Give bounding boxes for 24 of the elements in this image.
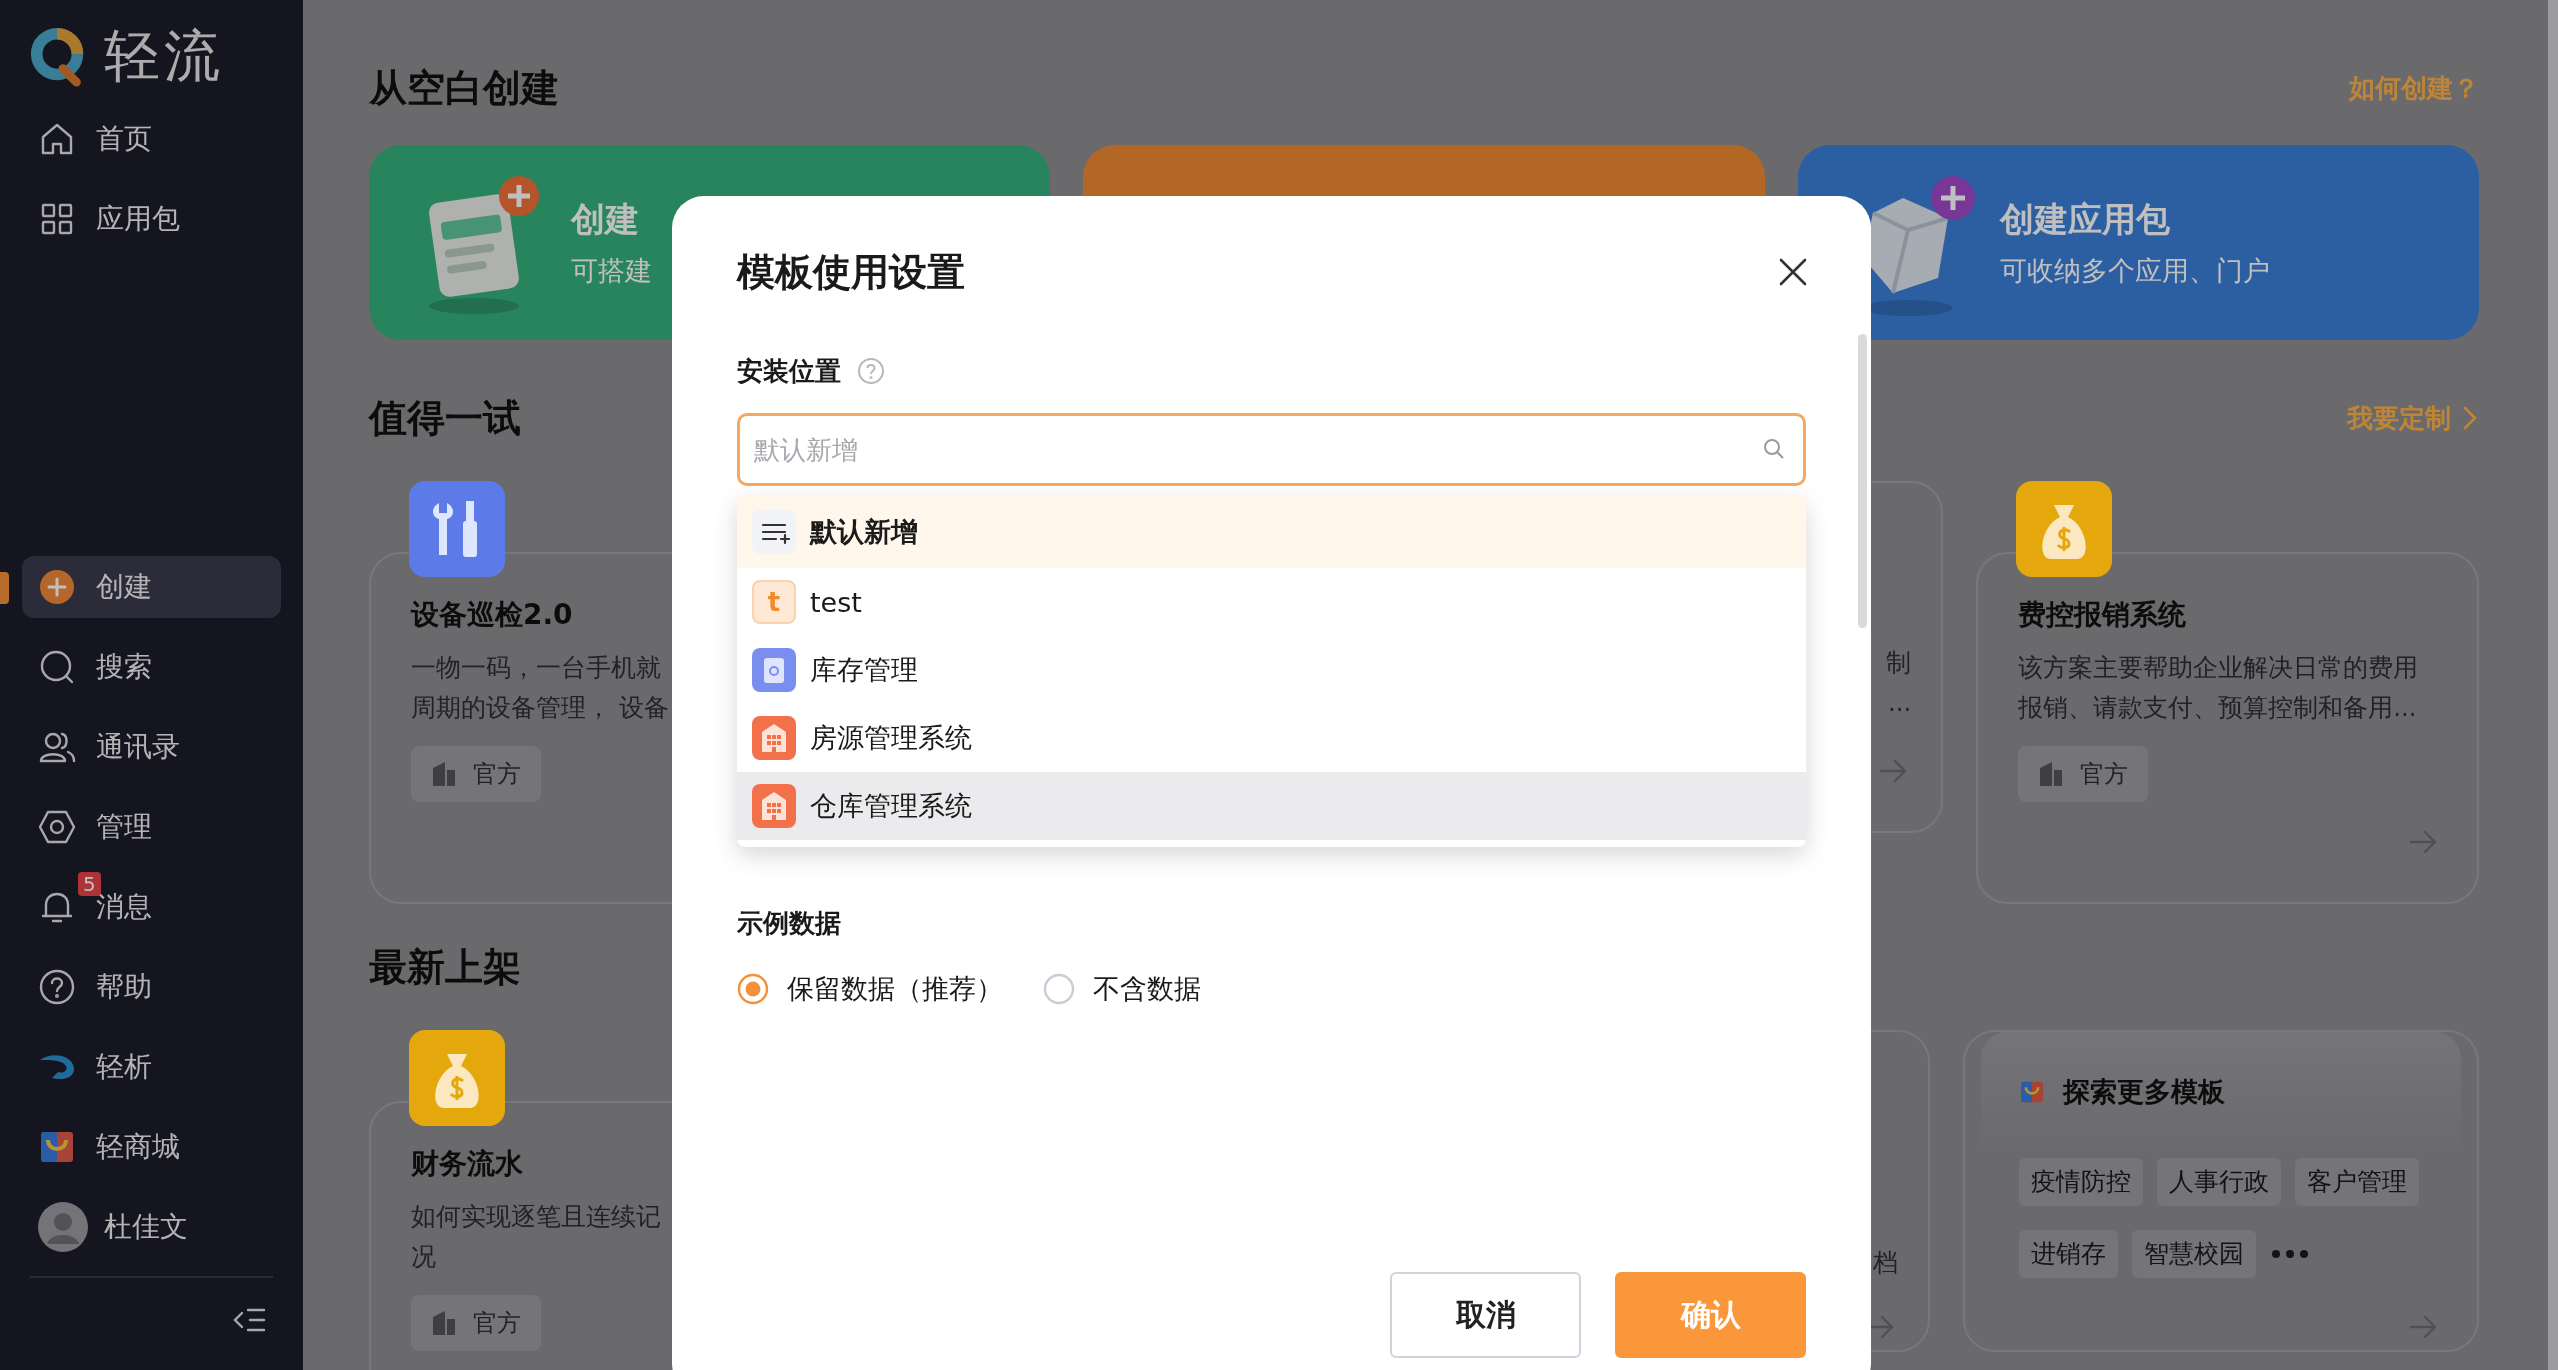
- section-title: 从空白创建: [369, 64, 559, 112]
- field-label: 安装位置: [737, 355, 841, 388]
- field-label: 示例数据: [737, 907, 842, 940]
- dialog-title: 模板使用设置: [737, 248, 965, 296]
- card-description: 如何实现逐笔且连续记 况: [411, 1201, 661, 1273]
- official-tag: 官方: [411, 1295, 541, 1351]
- card-description: 该方案主要帮助企业解决日常的费用 报销、请款支付、预算控制和备用...: [2018, 652, 2419, 724]
- section-title: 最新上架: [369, 943, 521, 991]
- card-title: 费控报销系统: [2018, 597, 2187, 633]
- card-title: 创建应用包: [1999, 197, 2171, 241]
- card-title: 设备巡检2.0: [411, 597, 573, 633]
- explore-title: 探索更多模板: [2063, 1075, 2225, 1109]
- section-title: 值得一试: [369, 394, 521, 442]
- letter-avatar: t: [752, 580, 796, 624]
- card-title: 财务流水: [411, 1146, 523, 1182]
- card-description: 制 ...: [1886, 647, 1912, 719]
- official-tag: 官方: [411, 746, 541, 802]
- card-subtitle: 可搭建: [571, 253, 652, 288]
- card-subtitle: 可收纳多个应用、门户: [1999, 253, 2270, 288]
- card-title: 创建: [571, 197, 640, 241]
- card-description: 一物一码，一台手机就 周期的设备管理， 设备: [411, 652, 669, 724]
- card-description: 档: [1873, 1247, 1898, 1279]
- logo-text: 轻流: [104, 22, 224, 90]
- official-tag: 官方: [2018, 746, 2149, 802]
